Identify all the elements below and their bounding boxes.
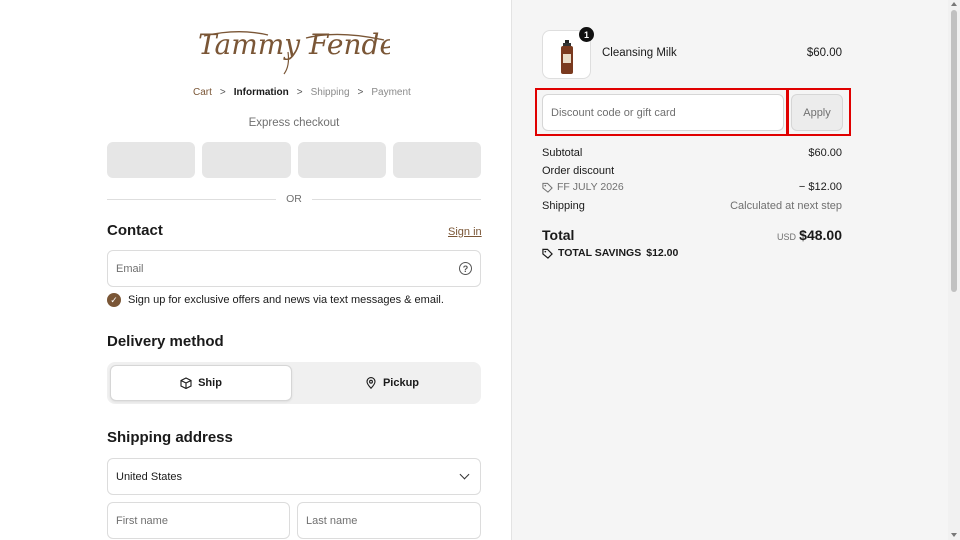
scrollbar-thumb[interactable] [951, 10, 957, 292]
express-pay-button-3[interactable] [297, 142, 386, 178]
shipping-address-title: Shipping address [107, 429, 233, 446]
country-value: United States [116, 470, 183, 483]
chevron-right-icon: > [357, 87, 364, 98]
product-name: Cleansing Milk [602, 47, 677, 59]
express-pay-button-1[interactable] [107, 142, 196, 178]
ship-option[interactable]: Ship [110, 365, 292, 401]
express-pay-button-4[interactable] [392, 142, 481, 178]
order-discount-label: Order discount [542, 165, 615, 177]
discount-value: − $12.00 [798, 181, 842, 193]
brand-logo[interactable]: Tammy Fender [198, 26, 390, 76]
tag-icon [542, 182, 553, 193]
marketing-opt-in[interactable]: ✓ Sign up for exclusive offers and news … [107, 293, 444, 307]
pickup-label: Pickup [382, 377, 420, 389]
express-pay-button-2[interactable] [202, 142, 291, 178]
savings-label: TOTAL SAVINGS [558, 247, 642, 259]
product-bottle-image [561, 40, 573, 74]
checkout-main-panel: Tammy Fender Cart > Information > Shippi… [0, 0, 511, 540]
ship-label: Ship [198, 377, 222, 389]
marketing-label: Sign up for exclusive offers and news vi… [128, 294, 444, 306]
divider-line [311, 198, 481, 200]
total-value: $48.00 [799, 227, 842, 243]
or-divider: OR [107, 193, 481, 205]
delivery-method-toggle: Ship Pickup [107, 362, 481, 404]
country-select[interactable]: United States [107, 458, 481, 495]
total-savings: TOTAL SAVINGS $12.00 [542, 247, 678, 259]
discount-highlight-box [535, 88, 788, 136]
sign-in-link[interactable]: Sign in [448, 226, 482, 238]
express-checkout-label: Express checkout [248, 117, 340, 129]
tag-icon [542, 248, 553, 259]
scroll-up-arrow-icon[interactable] [951, 2, 957, 6]
svg-text:Tammy Fender: Tammy Fender [198, 28, 390, 61]
breadcrumb-cart[interactable]: Cart [193, 87, 212, 98]
apply-highlight-box [787, 88, 851, 136]
email-field[interactable]: Email ? [107, 250, 481, 287]
shipping-value: Calculated at next step [730, 200, 842, 212]
location-pin-icon [366, 377, 376, 389]
last-name-placeholder: Last name [306, 514, 358, 527]
help-icon[interactable]: ? [459, 262, 472, 275]
breadcrumb-information: Information [233, 87, 289, 98]
chevron-right-icon: > [219, 87, 226, 98]
discount-code-value: FF JULY 2026 [557, 181, 624, 193]
page-scrollbar[interactable] [948, 0, 960, 540]
contact-title: Contact [107, 222, 163, 239]
savings-value: $12.00 [646, 247, 679, 259]
breadcrumb: Cart > Information > Shipping > Payment [193, 87, 411, 98]
or-label: OR [286, 193, 302, 205]
subtotal-label: Subtotal [542, 147, 583, 159]
chevron-right-icon: > [296, 87, 303, 98]
last-name-field[interactable]: Last name [297, 502, 481, 539]
subtotal-value: $60.00 [808, 147, 842, 159]
delivery-method-title: Delivery method [107, 333, 224, 350]
breadcrumb-payment: Payment [371, 87, 411, 98]
chevron-down-icon [459, 469, 470, 480]
breadcrumb-shipping: Shipping [310, 87, 350, 98]
divider-line [107, 198, 277, 200]
first-name-field[interactable]: First name [107, 502, 290, 539]
discount-code-tag: FF JULY 2026 [542, 181, 624, 193]
quantity-badge: 1 [579, 27, 594, 42]
shipping-label: Shipping [542, 200, 585, 212]
product-price: $60.00 [806, 47, 842, 59]
scroll-down-arrow-icon[interactable] [951, 533, 957, 537]
total-label: Total [542, 227, 575, 243]
order-summary-panel [511, 0, 948, 540]
email-placeholder: Email [116, 262, 144, 275]
pickup-option[interactable]: Pickup [307, 365, 477, 401]
first-name-placeholder: First name [116, 514, 168, 527]
total-currency: USD [777, 232, 797, 242]
box-icon [180, 377, 192, 389]
express-checkout-buttons [107, 142, 481, 178]
checkbox-checked-icon[interactable]: ✓ [107, 293, 121, 307]
